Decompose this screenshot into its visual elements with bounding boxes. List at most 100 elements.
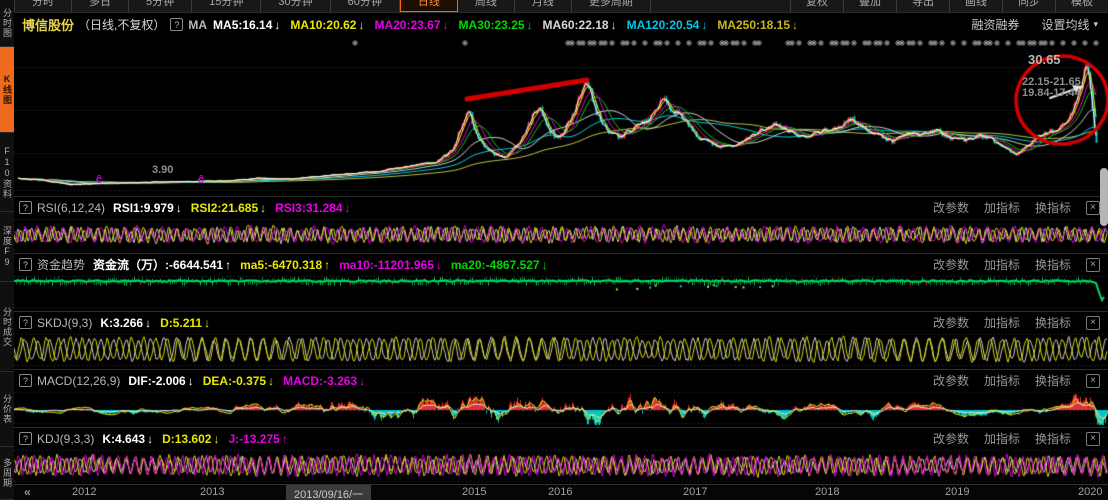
tab-monthly[interactable]: 月线 bbox=[515, 0, 572, 12]
add-indicator-button[interactable]: 加指标 bbox=[984, 314, 1020, 331]
switch-indicator-button[interactable]: 换指标 bbox=[1035, 199, 1071, 216]
button-template[interactable]: 模板 bbox=[1055, 0, 1108, 12]
rsi-panel-header: ? RSI(6,12,24) RSI1:9.979↓ RSI2:21.685↓ … bbox=[14, 196, 1108, 218]
skdj-indicator-name: SKDJ(9,3) bbox=[37, 316, 92, 330]
macd-dif-readout: DIF:-2.006↓ bbox=[128, 374, 193, 388]
skdj-canvas[interactable] bbox=[14, 333, 1108, 367]
rsi1-readout: RSI1:9.979↓ bbox=[113, 201, 182, 215]
tab-5min[interactable]: 5分钟 bbox=[129, 0, 192, 12]
tab-timeshare[interactable]: 分时 bbox=[14, 0, 72, 12]
sidebar-item-tick-trades[interactable]: 分时成交 bbox=[0, 282, 14, 372]
sidebar-item-price-table[interactable]: 分价表 bbox=[0, 372, 14, 447]
ma-group-label: MA bbox=[188, 18, 207, 32]
ma20-readout: MA20:23.67↓ bbox=[374, 18, 448, 32]
kdj-canvas[interactable] bbox=[14, 449, 1108, 483]
sidebar-item-depth-f9[interactable]: 深度F9 bbox=[0, 212, 14, 282]
edit-params-button[interactable]: 改参数 bbox=[933, 314, 969, 331]
axis-tick-2019: 2019 bbox=[945, 486, 969, 498]
switch-indicator-button[interactable]: 换指标 bbox=[1035, 430, 1071, 447]
help-icon[interactable]: ? bbox=[170, 18, 183, 31]
rsi-indicator-name: RSI(6,12,24) bbox=[37, 201, 105, 215]
help-icon[interactable]: ? bbox=[19, 258, 32, 271]
switch-indicator-button[interactable]: 换指标 bbox=[1035, 314, 1071, 331]
time-axis: « 2012 2013 2013/09/16/一 2015 2016 2017 … bbox=[14, 484, 1108, 500]
sidebar-item-kline-chart[interactable]: K线图 bbox=[0, 47, 14, 133]
add-indicator-button[interactable]: 加指标 bbox=[984, 430, 1020, 447]
margin-trading-link[interactable]: 融资融券 bbox=[971, 16, 1019, 33]
kdj-k-readout: K:4.643↓ bbox=[102, 432, 153, 446]
button-export[interactable]: 导出 bbox=[896, 0, 949, 12]
axis-tick-2013: 2013 bbox=[200, 486, 224, 498]
add-indicator-button[interactable]: 加指标 bbox=[984, 372, 1020, 389]
tab-15min[interactable]: 15分钟 bbox=[192, 0, 261, 12]
button-overlay[interactable]: 叠加 bbox=[843, 0, 896, 12]
fund-ma20-readout: ma20:-4867.527↓ bbox=[451, 258, 548, 272]
add-indicator-button[interactable]: 加指标 bbox=[984, 256, 1020, 273]
edit-params-button[interactable]: 改参数 bbox=[933, 372, 969, 389]
axis-tick-2015: 2015 bbox=[462, 486, 486, 498]
ma30-readout: MA30:23.25↓ bbox=[459, 18, 533, 32]
switch-indicator-button[interactable]: 换指标 bbox=[1035, 256, 1071, 273]
ma250-readout: MA250:18.15↓ bbox=[717, 18, 798, 32]
button-sync[interactable]: 同步 bbox=[1002, 0, 1055, 12]
tab-30min[interactable]: 30分钟 bbox=[261, 0, 330, 12]
macd-canvas[interactable] bbox=[14, 391, 1108, 425]
skdj-panel-header: ? SKDJ(9,3) K:3.266↓ D:5.211↓ 改参数 加指标 换指… bbox=[14, 311, 1108, 333]
edit-params-button[interactable]: 改参数 bbox=[933, 199, 969, 216]
fund-panel-header: ? 资金趋势 资金流（万）:-6644.541↑ ma5:-6470.318↑ … bbox=[14, 253, 1108, 275]
tab-weekly[interactable]: 周线 bbox=[458, 0, 515, 12]
kdj-j-readout: J:-13.275↑ bbox=[228, 432, 287, 446]
set-ma-dropdown[interactable]: 设置均线 bbox=[1041, 16, 1089, 33]
edit-params-button[interactable]: 改参数 bbox=[933, 256, 969, 273]
macd-indicator-name: MACD(12,26,9) bbox=[37, 374, 120, 388]
add-indicator-button[interactable]: 加指标 bbox=[984, 199, 1020, 216]
main-chart-canvas[interactable] bbox=[14, 36, 1108, 196]
close-icon[interactable]: × bbox=[1086, 201, 1100, 215]
vertical-scrollbar-thumb[interactable] bbox=[1100, 168, 1108, 226]
trading-app-window: 分时 多日 5分钟 15分钟 30分钟 60分钟 日线 周线 月线 更多周期 复… bbox=[0, 0, 1108, 500]
rsi-canvas[interactable] bbox=[14, 218, 1108, 252]
ma120-readout: MA120:20.54↓ bbox=[627, 18, 708, 32]
dividend-marker-icon[interactable]: ĉ bbox=[96, 174, 102, 186]
close-icon[interactable]: × bbox=[1086, 432, 1100, 446]
chart-mode-label: （日线,不复权） bbox=[78, 16, 165, 33]
fund-indicator-name: 资金趋势 bbox=[37, 256, 85, 273]
close-icon[interactable]: × bbox=[1086, 316, 1100, 330]
help-icon[interactable]: ? bbox=[19, 374, 32, 387]
tab-daily[interactable]: 日线 bbox=[400, 0, 458, 12]
close-icon[interactable]: × bbox=[1086, 258, 1100, 272]
button-draw-line[interactable]: 画线 bbox=[949, 0, 1002, 12]
fund-canvas[interactable] bbox=[14, 275, 1108, 309]
chevron-down-icon[interactable]: ▾ bbox=[1093, 19, 1098, 30]
sidebar-item-timeshare-chart[interactable]: 分时图 bbox=[0, 0, 14, 47]
help-icon[interactable]: ? bbox=[19, 316, 32, 329]
gap-range-label-2: 19.84-17.44 bbox=[1022, 87, 1081, 99]
button-adjust-rights[interactable]: 复权 bbox=[790, 0, 843, 12]
edit-params-button[interactable]: 改参数 bbox=[933, 430, 969, 447]
dividend-marker-icon[interactable]: ĉ bbox=[198, 174, 204, 186]
switch-indicator-button[interactable]: 换指标 bbox=[1035, 372, 1071, 389]
tab-60min[interactable]: 60分钟 bbox=[331, 0, 400, 12]
skdj-d-readout: D:5.211↓ bbox=[160, 316, 210, 330]
fund-ma10-readout: ma10:-11201.965↓ bbox=[339, 258, 442, 272]
close-icon[interactable]: × bbox=[1086, 374, 1100, 388]
skdj-k-readout: K:3.266↓ bbox=[100, 316, 151, 330]
axis-tick-2012: 2012 bbox=[72, 486, 96, 498]
period-tab-bar: 分时 多日 5分钟 15分钟 30分钟 60分钟 日线 周线 月线 更多周期 复… bbox=[14, 0, 1108, 13]
help-icon[interactable]: ? bbox=[19, 201, 32, 214]
main-kline-panel: 30.65 22.15-21.65 19.84-17.44 3.90 ĉ ĉ bbox=[14, 36, 1108, 196]
axis-tick-2017: 2017 bbox=[683, 486, 707, 498]
tab-more-periods[interactable]: 更多周期 bbox=[572, 0, 651, 12]
macd-panel-header: ? MACD(12,26,9) DIF:-2.006↓ DEA:-0.375↓ … bbox=[14, 369, 1108, 391]
help-icon[interactable]: ? bbox=[19, 432, 32, 445]
sidebar-item-f10-info[interactable]: F10资料 bbox=[0, 133, 14, 212]
tab-multiday[interactable]: 多日 bbox=[72, 0, 129, 12]
fund-ma5-readout: ma5:-6470.318↑ bbox=[240, 258, 330, 272]
ma5-readout: MA5:16.14↓ bbox=[213, 18, 280, 32]
kdj-d-readout: D:13.602↓ bbox=[162, 432, 219, 446]
macd-macd-readout: MACD:-3.263↓ bbox=[283, 374, 365, 388]
sidebar-item-multi-period[interactable]: 多周期 bbox=[0, 447, 14, 500]
scroll-left-button[interactable]: « bbox=[24, 485, 31, 499]
kdj-panel-header: ? KDJ(9,3,3) K:4.643↓ D:13.602↓ J:-13.27… bbox=[14, 427, 1108, 449]
axis-tick-2016: 2016 bbox=[548, 486, 572, 498]
